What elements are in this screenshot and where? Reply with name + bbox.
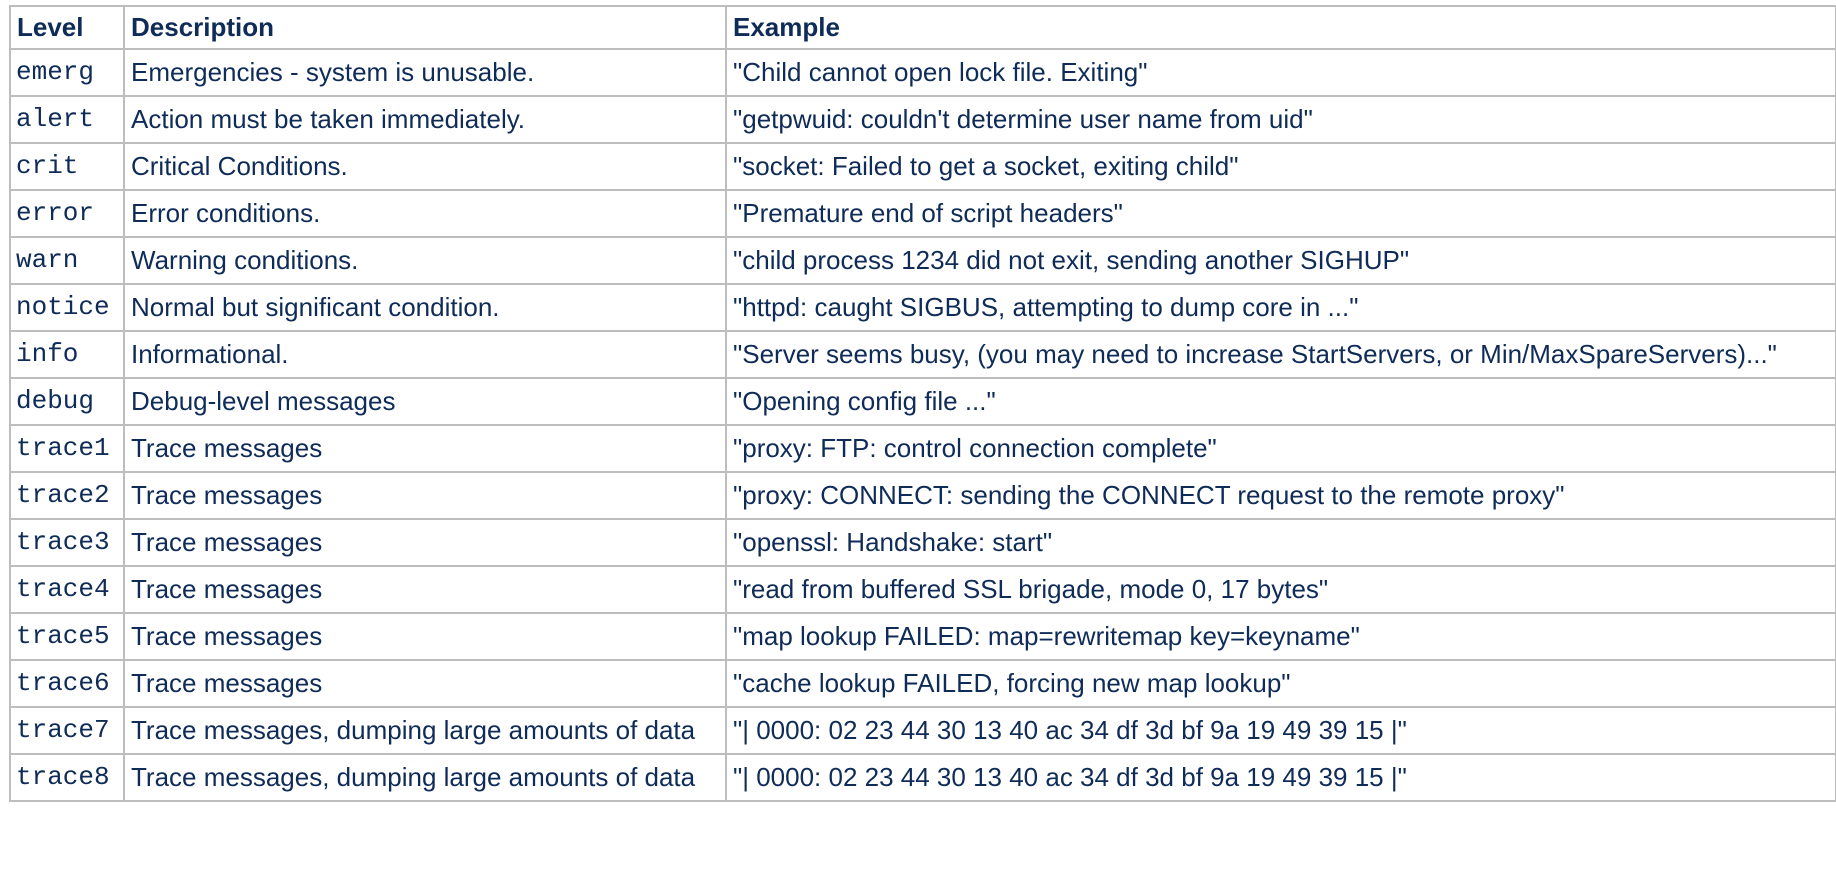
table-header-row: Level Description Example — [9, 5, 1836, 50]
table-row: trace5 Trace messages "map lookup FAILED… — [9, 612, 1836, 661]
example-cell: "read from buffered SSL brigade, mode 0,… — [725, 565, 1836, 614]
level-cell: warn — [9, 236, 125, 285]
description-cell: Action must be taken immediately. — [123, 95, 727, 144]
log-levels-table: Level Description Example emerg Emergenc… — [9, 5, 1836, 802]
description-cell: Error conditions. — [123, 189, 727, 238]
description-cell: Trace messages — [123, 424, 727, 473]
example-cell: "proxy: CONNECT: sending the CONNECT req… — [725, 471, 1836, 520]
example-cell: "proxy: FTP: control connection complete… — [725, 424, 1836, 473]
description-cell: Critical Conditions. — [123, 142, 727, 191]
table-row: alert Action must be taken immediately. … — [9, 95, 1836, 144]
level-cell: debug — [9, 377, 125, 426]
level-cell: trace7 — [9, 706, 125, 755]
description-cell: Trace messages — [123, 612, 727, 661]
description-cell: Trace messages — [123, 518, 727, 567]
table-row: trace1 Trace messages "proxy: FTP: contr… — [9, 424, 1836, 473]
log-levels-table-container: Level Description Example emerg Emergenc… — [9, 5, 1836, 802]
example-cell: "child process 1234 did not exit, sendin… — [725, 236, 1836, 285]
level-cell: trace4 — [9, 565, 125, 614]
table-row: trace3 Trace messages "openssl: Handshak… — [9, 518, 1836, 567]
example-cell: "Opening config file ..." — [725, 377, 1836, 426]
table-row: trace4 Trace messages "read from buffere… — [9, 565, 1836, 614]
level-cell: trace3 — [9, 518, 125, 567]
column-header-example: Example — [725, 5, 1836, 50]
level-cell: alert — [9, 95, 125, 144]
level-cell: trace6 — [9, 659, 125, 708]
table-row: error Error conditions. "Premature end o… — [9, 189, 1836, 238]
example-cell: "cache lookup FAILED, forcing new map lo… — [725, 659, 1836, 708]
table-row: trace6 Trace messages "cache lookup FAIL… — [9, 659, 1836, 708]
example-cell: "openssl: Handshake: start" — [725, 518, 1836, 567]
description-cell: Trace messages, dumping large amounts of… — [123, 706, 727, 755]
example-cell: "Child cannot open lock file. Exiting" — [725, 48, 1836, 97]
table-row: trace7 Trace messages, dumping large amo… — [9, 706, 1836, 755]
description-cell: Trace messages — [123, 659, 727, 708]
example-cell: "Premature end of script headers" — [725, 189, 1836, 238]
table-row: notice Normal but significant condition.… — [9, 283, 1836, 332]
level-cell: emerg — [9, 48, 125, 97]
example-cell: "Server seems busy, (you may need to inc… — [725, 330, 1836, 379]
example-cell: "httpd: caught SIGBUS, attempting to dum… — [725, 283, 1836, 332]
level-cell: crit — [9, 142, 125, 191]
level-cell: info — [9, 330, 125, 379]
column-header-level: Level — [9, 5, 125, 50]
example-cell: "| 0000: 02 23 44 30 13 40 ac 34 df 3d b… — [725, 753, 1836, 802]
table-row: emerg Emergencies - system is unusable. … — [9, 48, 1836, 97]
description-cell: Trace messages, dumping large amounts of… — [123, 753, 727, 802]
description-cell: Warning conditions. — [123, 236, 727, 285]
table-row: warn Warning conditions. "child process … — [9, 236, 1836, 285]
table-row: crit Critical Conditions. "socket: Faile… — [9, 142, 1836, 191]
example-cell: "| 0000: 02 23 44 30 13 40 ac 34 df 3d b… — [725, 706, 1836, 755]
example-cell: "socket: Failed to get a socket, exiting… — [725, 142, 1836, 191]
level-cell: trace1 — [9, 424, 125, 473]
example-cell: "getpwuid: couldn't determine user name … — [725, 95, 1836, 144]
column-header-description: Description — [123, 5, 727, 50]
table-row: trace2 Trace messages "proxy: CONNECT: s… — [9, 471, 1836, 520]
description-cell: Trace messages — [123, 471, 727, 520]
description-cell: Emergencies - system is unusable. — [123, 48, 727, 97]
level-cell: notice — [9, 283, 125, 332]
example-cell: "map lookup FAILED: map=rewritemap key=k… — [725, 612, 1836, 661]
level-cell: error — [9, 189, 125, 238]
level-cell: trace8 — [9, 753, 125, 802]
level-cell: trace2 — [9, 471, 125, 520]
description-cell: Normal but significant condition. — [123, 283, 727, 332]
table-row: trace8 Trace messages, dumping large amo… — [9, 753, 1836, 802]
description-cell: Debug-level messages — [123, 377, 727, 426]
table-row: debug Debug-level messages "Opening conf… — [9, 377, 1836, 426]
table-row: info Informational. "Server seems busy, … — [9, 330, 1836, 379]
description-cell: Informational. — [123, 330, 727, 379]
description-cell: Trace messages — [123, 565, 727, 614]
level-cell: trace5 — [9, 612, 125, 661]
